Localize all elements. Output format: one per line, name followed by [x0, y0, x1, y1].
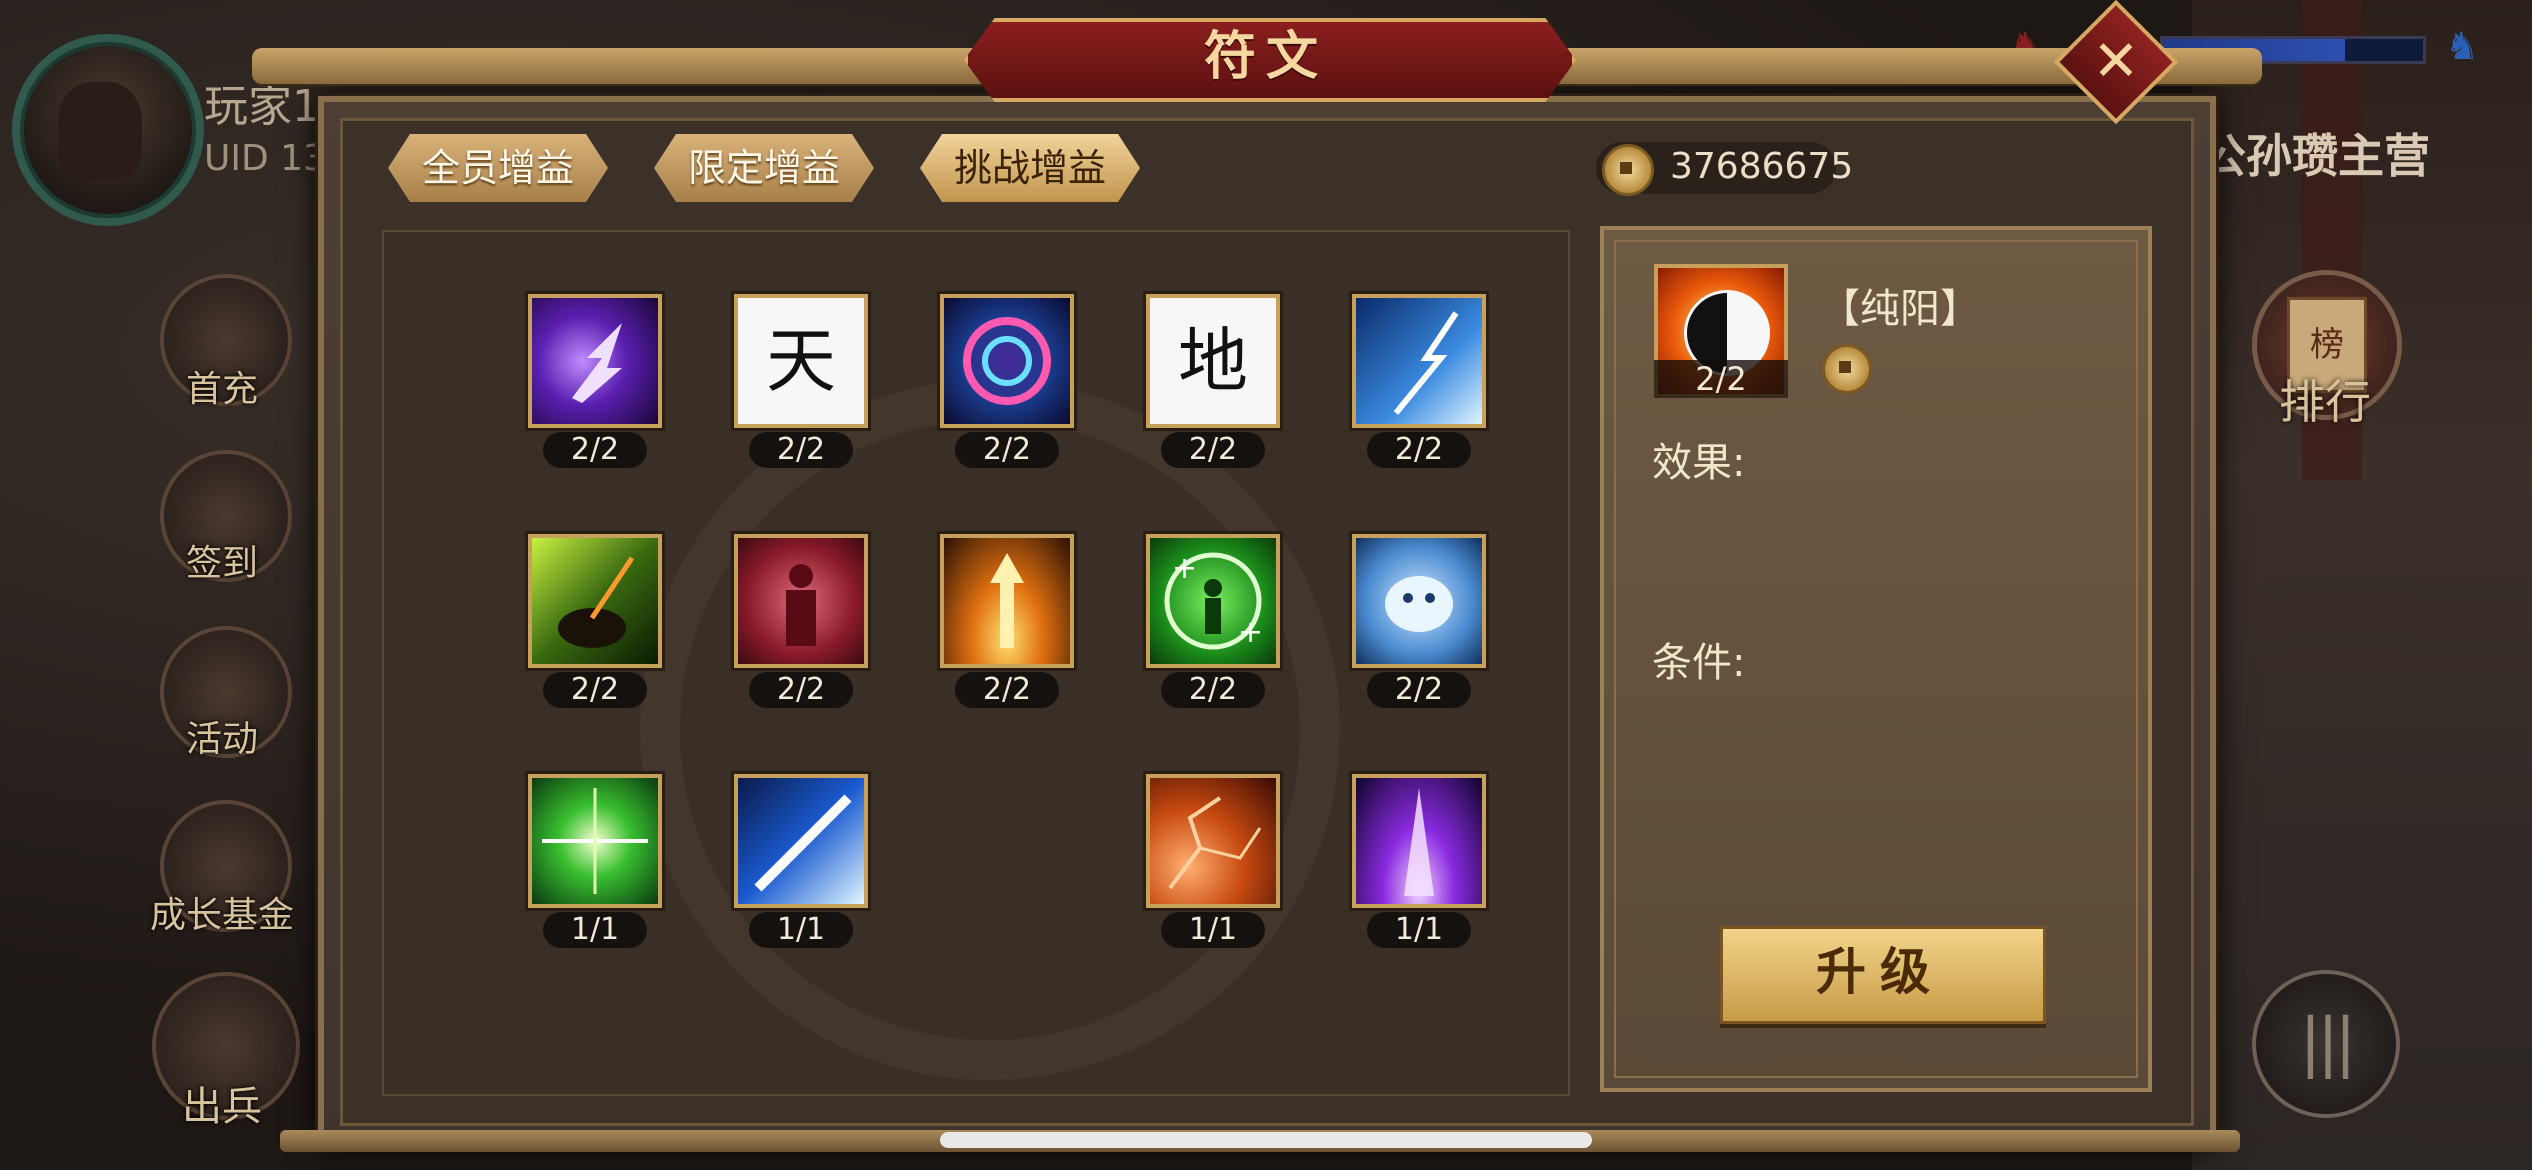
rune-heaven[interactable]: 天 [734, 294, 868, 428]
player-avatar[interactable] [12, 34, 204, 226]
rune-count: 2/2 [1161, 432, 1265, 468]
rune-earth[interactable]: 地 [1146, 294, 1280, 428]
rune-blue-beam[interactable] [734, 774, 868, 908]
fire-crack-icon [1168, 796, 1262, 890]
rune-count: 2/2 [543, 432, 647, 468]
sidebar-item-sign-in: 签到 [185, 543, 258, 584]
sidebar-item-first-recharge: 首充 [185, 369, 258, 410]
lightning-arrow-icon [572, 323, 622, 403]
rune-vortex[interactable] [940, 294, 1074, 428]
dialog-title: 符文 [1203, 27, 1328, 87]
heal-plus-icon: ++ [1164, 551, 1263, 650]
tab-all-members[interactable]: 全员增益 [388, 134, 608, 202]
menu-button[interactable]: ||| [2252, 970, 2400, 1118]
tab-challenge[interactable]: 挑战增益 [920, 134, 1140, 202]
vortex-icon [963, 317, 1051, 405]
player-uid: UID 13 [204, 138, 326, 179]
sidebar-item-activity: 活动 [185, 719, 258, 760]
rune-count: 2/2 [955, 672, 1059, 708]
rune-blood-warrior[interactable] [734, 534, 868, 668]
ice-tiger-icon [1385, 576, 1453, 632]
coin-icon [1602, 144, 1654, 196]
rune-green-burst[interactable] [528, 774, 662, 908]
rune-count: 2/2 [1161, 672, 1265, 708]
green-burst-icon [542, 788, 648, 894]
close-icon[interactable]: ✕ [2072, 18, 2160, 106]
camp-title: 公孙瓒主营 [2200, 129, 2430, 183]
selected-rune-count: 2/2 [1654, 360, 1788, 398]
svg-text:+: + [1172, 551, 1197, 586]
rune-ice-bolt[interactable] [1352, 294, 1486, 428]
sidebar-item-dispatch: 出兵 [182, 1084, 262, 1130]
rune-purple-pillar[interactable] [1352, 774, 1486, 908]
earth-glyph-icon: 地 [1178, 320, 1248, 402]
rune-count: 2/2 [749, 432, 853, 468]
rune-ice-tiger[interactable] [1352, 534, 1486, 668]
heaven-glyph-icon: 天 [766, 320, 836, 402]
effect-label: 效果: [1652, 440, 1746, 486]
rune-heal-aura[interactable]: + + [1146, 534, 1280, 668]
sidebar-item-growth-fund: 成长基金 [149, 895, 294, 936]
rune-count: 1/1 [749, 912, 853, 948]
ranking-label: 排行 [2279, 375, 2371, 429]
home-indicator[interactable] [940, 1132, 1592, 1148]
rune-count: 2/2 [1367, 672, 1471, 708]
flame-arrow-icon [990, 553, 1024, 648]
rune-count: 2/2 [1367, 432, 1471, 468]
upgrade-button-label[interactable]: 升级 [1720, 926, 2040, 1018]
ice-bolt-icon [1393, 311, 1459, 415]
currency-amount: 37686675 [1670, 146, 1854, 187]
rune-flame-rise[interactable] [940, 534, 1074, 668]
dragon-emblem-icon [640, 380, 1340, 1080]
rune-count: 1/1 [1161, 912, 1265, 948]
purple-pillar-icon [1404, 788, 1434, 896]
rune-count: 2/2 [749, 672, 853, 708]
blood-warrior-icon [786, 564, 816, 646]
dark-rider-icon [558, 556, 635, 648]
selected-rune-name: 【纯阳】 [1820, 286, 1980, 332]
rune-count: 2/2 [955, 432, 1059, 468]
svg-text:+: + [1238, 615, 1263, 650]
rune-fire-crack[interactable] [1146, 774, 1280, 908]
blue-beam-icon [754, 794, 852, 892]
cost-coin-icon [1822, 344, 1872, 394]
rune-count: 2/2 [543, 672, 647, 708]
rune-lightning-arrow[interactable] [528, 294, 662, 428]
menu-icon: ||| [2299, 1006, 2357, 1080]
blue-faction-icon: ♞ [2444, 24, 2480, 68]
tab-limited[interactable]: 限定增益 [654, 134, 874, 202]
condition-label: 条件: [1652, 640, 1746, 686]
rune-dark-rider[interactable] [528, 534, 662, 668]
rune-count: 1/1 [1367, 912, 1471, 948]
rune-count: 1/1 [543, 912, 647, 948]
